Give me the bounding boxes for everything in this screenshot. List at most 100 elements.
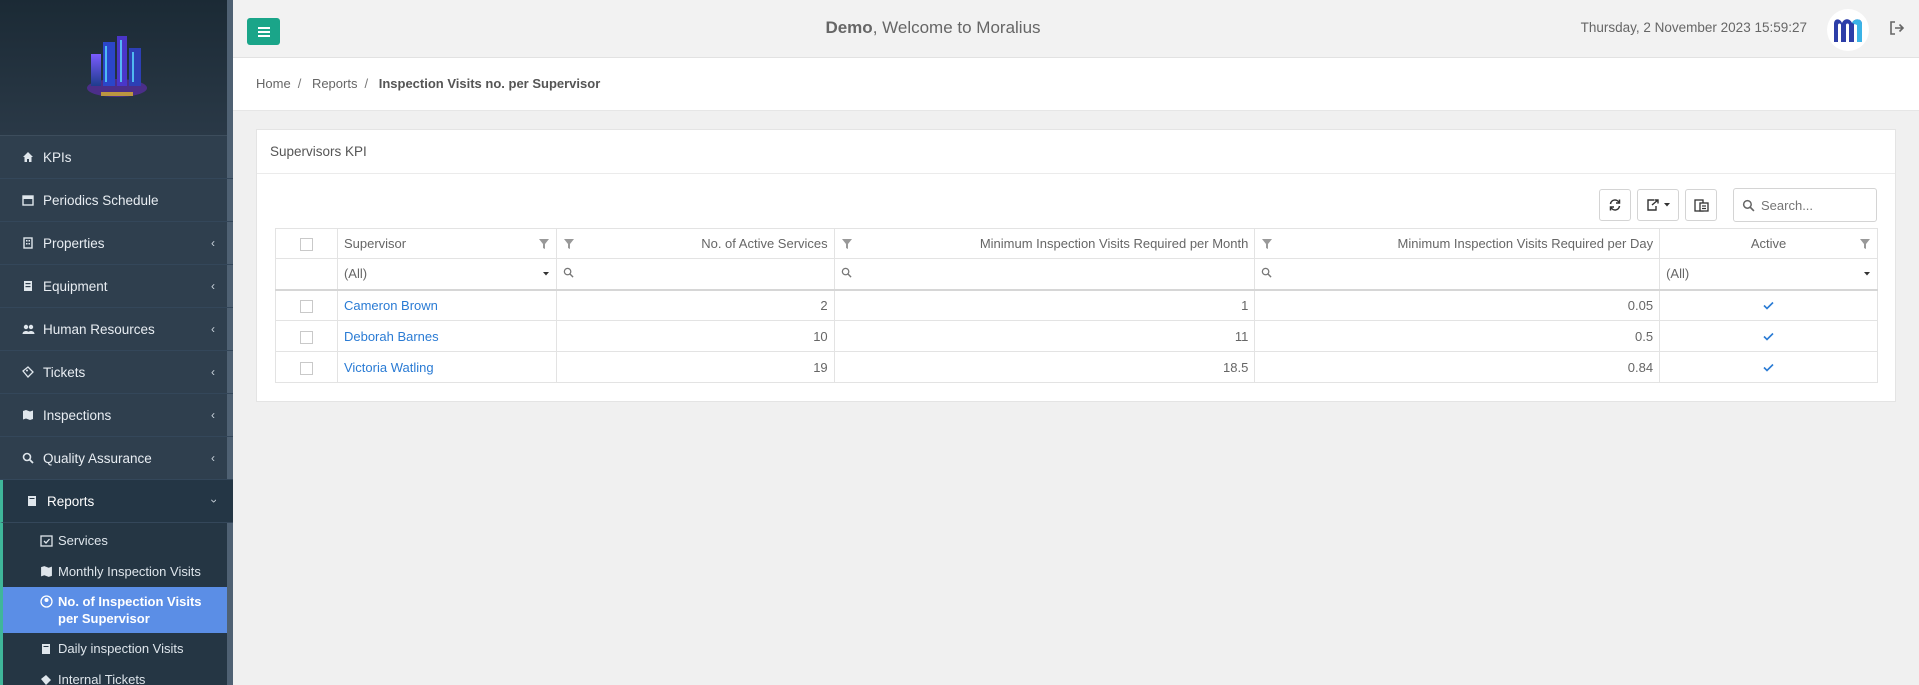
cell-active-services: 2 — [555, 289, 835, 321]
cell-visits-per-month: 1 — [833, 289, 1256, 321]
company-logo[interactable] — [79, 32, 155, 104]
breadcrumb-home[interactable]: Home — [256, 76, 291, 91]
sidebar-item-label: Tickets — [43, 364, 86, 380]
search-icon — [1262, 267, 1272, 278]
filter-icon[interactable] — [563, 238, 575, 250]
export-button[interactable] — [1637, 189, 1679, 221]
caret-down-icon — [542, 271, 549, 276]
filter-row: (All) (All) — [275, 258, 1878, 291]
filter-active-services-input[interactable] — [555, 258, 835, 291]
chevron-left-icon: ‹ — [211, 236, 215, 250]
sidebar-nav: KPIs Periodics Schedule Properties ‹ Equ… — [0, 136, 233, 523]
filter-icon[interactable] — [538, 238, 550, 250]
filter-icon[interactable] — [1261, 238, 1273, 250]
column-header-active[interactable]: Active — [1659, 228, 1878, 259]
cell-active — [1659, 289, 1878, 321]
panel-title: Supervisors KPI — [257, 130, 1895, 174]
table-row[interactable]: Victoria Watling 19 18.5 0.84 — [275, 351, 1878, 383]
filter-active-select[interactable]: (All) — [1659, 258, 1878, 291]
search-input[interactable] — [1761, 197, 1871, 213]
breadcrumb-current: Inspection Visits no. per Supervisor — [378, 76, 601, 91]
sidebar-item-kpis[interactable]: KPIs — [0, 136, 233, 179]
submenu-item-daily-inspection-visits[interactable]: Daily inspection Visits — [3, 633, 233, 664]
sidebar-item-quality-assurance[interactable]: Quality Assurance ‹ — [0, 437, 233, 480]
cell-active — [1659, 320, 1878, 352]
filter-icon[interactable] — [841, 238, 853, 250]
sidebar-item-equipment[interactable]: Equipment ‹ — [0, 265, 233, 308]
grid-search[interactable] — [1733, 188, 1877, 222]
table-header-row: Supervisor No. of Active Services Minimu… — [275, 228, 1878, 259]
column-header-active-services[interactable]: No. of Active Services — [555, 228, 835, 259]
refresh-icon — [1609, 199, 1621, 211]
supervisors-kpi-panel: Supervisors KPI Supervisor — [256, 129, 1896, 402]
calendar-icon — [21, 193, 35, 207]
cell-supervisor: Victoria Watling — [336, 351, 557, 383]
filter-value: (All) — [1666, 266, 1690, 282]
table-row[interactable]: Deborah Barnes 10 11 0.5 — [275, 320, 1878, 352]
home-icon — [21, 150, 35, 164]
search-icon — [841, 267, 852, 278]
filter-visits-per-day-input[interactable] — [1254, 258, 1661, 291]
submenu-item-internal-tickets[interactable]: Internal Tickets — [3, 664, 233, 685]
sidebar-item-label: Equipment — [43, 278, 108, 294]
grid-toolbar — [1599, 188, 1877, 222]
filter-supervisor-select[interactable]: (All) — [336, 258, 557, 291]
chevron-down-icon: ‹ — [206, 499, 220, 503]
filter-icon[interactable] — [1859, 238, 1871, 250]
sidebar-item-inspections[interactable]: Inspections ‹ — [0, 394, 233, 437]
topbar: Demo, Welcome to Moralius Thursday, 2 No… — [233, 0, 1919, 58]
avatar[interactable] — [1827, 9, 1869, 51]
sidebar-item-human-resources[interactable]: Human Resources ‹ — [0, 308, 233, 351]
select-all-cell — [275, 228, 338, 259]
column-header-visits-per-month[interactable]: Minimum Inspection Visits Required per M… — [833, 228, 1256, 259]
column-header-label: Supervisor — [343, 236, 407, 251]
logout-icon[interactable] — [1889, 20, 1905, 36]
username: Demo — [825, 18, 873, 37]
filter-visits-per-month-input[interactable] — [833, 258, 1256, 291]
submenu-item-services[interactable]: Services — [3, 523, 233, 556]
submenu-item-monthly-inspection-visits[interactable]: Monthly Inspection Visits — [3, 556, 233, 587]
refresh-button[interactable] — [1599, 189, 1631, 221]
cell-active-services: 19 — [555, 351, 835, 383]
caret-down-icon — [1864, 271, 1870, 276]
supervisor-link[interactable]: Victoria Watling — [344, 360, 434, 375]
column-header-label: No. of Active Services — [701, 236, 828, 251]
checkmark-icon — [1763, 332, 1774, 341]
export-icon — [1646, 199, 1659, 211]
search-icon — [1742, 199, 1755, 211]
reports-submenu: Services Monthly Inspection Visits No. o… — [0, 523, 233, 685]
row-checkbox[interactable] — [299, 299, 313, 313]
sidebar-item-label: Inspections — [43, 407, 112, 423]
breadcrumb-reports[interactable]: Reports — [312, 76, 358, 91]
column-chooser-button[interactable] — [1685, 189, 1717, 221]
checkmark-icon — [1763, 301, 1774, 310]
supervisor-link[interactable]: Deborah Barnes — [344, 329, 439, 344]
table-row[interactable]: Cameron Brown 2 1 0.05 — [275, 289, 1878, 321]
cell-supervisor: Deborah Barnes — [336, 320, 557, 352]
column-header-supervisor[interactable]: Supervisor — [336, 228, 557, 259]
submenu-item-label: Monthly Inspection Visits — [58, 564, 201, 579]
submenu-item-label: Daily inspection Visits — [58, 641, 184, 656]
user-circle-icon — [40, 595, 53, 608]
chevron-left-icon: ‹ — [211, 279, 215, 293]
sidebar-item-periodics-schedule[interactable]: Periodics Schedule — [0, 179, 233, 222]
equipment-icon — [21, 279, 35, 293]
sidebar: KPIs Periodics Schedule Properties ‹ Equ… — [0, 0, 233, 685]
supervisors-table: Supervisor No. of Active Services Minimu… — [275, 228, 1878, 383]
select-all-checkbox[interactable] — [299, 238, 313, 252]
chevron-left-icon: ‹ — [211, 322, 215, 336]
submenu-item-visits-per-supervisor[interactable]: No. of Inspection Visits per Supervisor — [3, 587, 233, 633]
sidebar-item-properties[interactable]: Properties ‹ — [0, 222, 233, 265]
row-checkbox[interactable] — [299, 330, 313, 344]
search-icon — [21, 451, 35, 465]
row-checkbox[interactable] — [299, 361, 313, 375]
sidebar-item-label: Properties — [43, 235, 105, 251]
cell-visits-per-day: 0.5 — [1254, 320, 1661, 352]
sidebar-item-tickets[interactable]: Tickets ‹ — [0, 351, 233, 394]
sidebar-item-reports[interactable]: Reports ‹ — [0, 480, 233, 523]
map-icon — [21, 408, 35, 422]
tag-icon — [40, 673, 53, 685]
supervisor-link[interactable]: Cameron Brown — [344, 298, 438, 313]
column-header-visits-per-day[interactable]: Minimum Inspection Visits Required per D… — [1254, 228, 1661, 259]
sidebar-item-label: Reports — [47, 493, 95, 509]
